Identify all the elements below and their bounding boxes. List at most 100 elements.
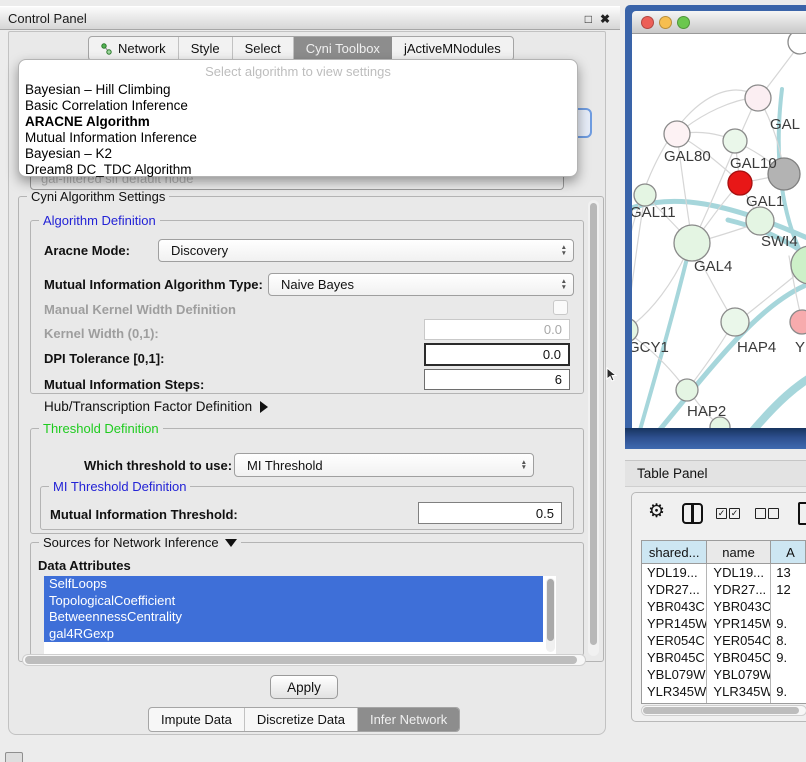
table-cell[interactable]: YBR045C — [707, 649, 771, 666]
table-cell[interactable]: YDR27... — [642, 581, 707, 598]
table-cell[interactable]: YLR345W — [707, 683, 771, 700]
table-cell[interactable]: YLR345W — [642, 683, 707, 700]
tab-jactivemnodules[interactable]: jActiveMNodules — [392, 37, 513, 60]
column-header[interactable]: name — [707, 541, 771, 563]
scrollbar-thumb[interactable] — [25, 656, 577, 664]
attributes-scrollbar[interactable] — [546, 578, 555, 652]
hub-definition-expander[interactable]: Hub/Transcription Factor Definition — [44, 399, 268, 414]
tab-select[interactable]: Select — [233, 37, 294, 60]
network-node[interactable] — [746, 207, 774, 235]
table-row[interactable]: YBL079W YBL079W — [642, 666, 806, 683]
aracne-mode-combo[interactable]: Discovery ▲▼ — [158, 239, 574, 262]
network-node[interactable] — [728, 171, 752, 195]
close-window-icon[interactable]: ✖ — [600, 12, 610, 26]
table-cell[interactable] — [771, 598, 806, 615]
table-cell[interactable]: 9. — [771, 649, 806, 666]
table-cell[interactable]: YDL19... — [707, 564, 771, 581]
tab-infer-network[interactable]: Infer Network — [358, 708, 459, 731]
table-cell[interactable]: YBL079W — [707, 666, 771, 683]
network-window-titlebar[interactable] — [632, 11, 806, 34]
manual-kernel-checkbox[interactable] — [553, 300, 568, 315]
settings-vertical-scrollbar[interactable] — [588, 200, 599, 656]
float-window-icon[interactable]: □ — [585, 12, 592, 26]
scrollbar-thumb[interactable] — [590, 203, 597, 645]
mi-threshold-field[interactable]: 0.5 — [418, 502, 562, 524]
attribute-item-selected[interactable]: SelfLoops — [44, 576, 543, 593]
table-row[interactable]: YER054C YER054C 8. — [642, 632, 806, 649]
table-row[interactable]: YBR045C YBR045C 9. — [642, 649, 806, 666]
tab-network[interactable]: Network — [89, 37, 179, 60]
table-cell[interactable]: YER054C — [707, 632, 771, 649]
table-cell[interactable]: YBR043C — [707, 598, 771, 615]
algorithm-option[interactable]: Basic Correlation Inference — [19, 98, 577, 114]
network-node[interactable] — [788, 34, 806, 54]
checked-checkbox-icon[interactable]: ✓ — [716, 508, 727, 519]
network-node[interactable] — [674, 225, 710, 261]
document-icon[interactable] — [798, 502, 806, 525]
settings-horizontal-scrollbar[interactable] — [22, 654, 586, 666]
unchecked-checkbox-icon[interactable] — [755, 508, 766, 519]
table-row[interactable]: YPR145W YPR145W 9. — [642, 615, 806, 632]
table-cell[interactable]: YBL079W — [642, 666, 707, 683]
table-row[interactable]: YDR27... YDR27... 12 — [642, 581, 806, 598]
column-header[interactable]: shared... — [642, 541, 707, 563]
dpi-tolerance-field[interactable]: 0.0 — [424, 343, 570, 366]
mi-steps-field[interactable]: 6 — [424, 369, 570, 390]
network-node[interactable] — [676, 379, 698, 401]
tab-discretize-data[interactable]: Discretize Data — [245, 708, 358, 731]
attribute-item-selected[interactable]: TopologicalCoefficient — [44, 593, 543, 610]
table-row[interactable]: YLR345W YLR345W 9. — [642, 683, 806, 700]
apply-button[interactable]: Apply — [270, 675, 338, 699]
tab-style[interactable]: Style — [179, 37, 233, 60]
network-node[interactable] — [664, 121, 690, 147]
column-header[interactable]: A — [771, 541, 806, 563]
table-cell[interactable]: YER054C — [642, 632, 707, 649]
algorithm-option[interactable]: Bayesian – Hill Climbing — [19, 82, 577, 98]
scrollbar-thumb[interactable] — [643, 707, 799, 714]
unchecked-checkbox-icon[interactable] — [768, 508, 779, 519]
tab-cyni-toolbox[interactable]: Cyni Toolbox — [294, 37, 392, 60]
table-cell[interactable]: 9 — [771, 700, 806, 704]
minimize-button[interactable] — [659, 16, 672, 29]
scrollbar-thumb[interactable] — [547, 579, 554, 641]
attribute-item-selected[interactable]: BetweennessCentrality — [44, 609, 543, 626]
checked-checkbox-icon[interactable]: ✓ — [729, 508, 740, 519]
which-threshold-combo[interactable]: MI Threshold ▲▼ — [234, 453, 534, 477]
zoom-button[interactable] — [677, 16, 690, 29]
network-view[interactable]: GALGAL80GAL10GAL1GAL11SWI4GAL4GCY1HAP4YH… — [632, 34, 806, 428]
algorithm-option[interactable]: Dream8 DC_TDC Algorithm — [19, 162, 577, 178]
network-canvas-svg[interactable]: GALGAL80GAL10GAL1GAL11SWI4GAL4GCY1HAP4YH… — [632, 34, 806, 428]
network-node[interactable] — [721, 308, 749, 336]
table-horizontal-scrollbar[interactable] — [641, 705, 806, 716]
table-cell[interactable]: YPR145W — [642, 615, 707, 632]
columns-view-icon[interactable] — [682, 503, 703, 524]
algorithm-option[interactable]: Mutual Information Inference — [19, 130, 577, 146]
mi-type-combo[interactable]: Naive Bayes ▲▼ — [268, 273, 574, 296]
network-node[interactable] — [723, 129, 747, 153]
network-node[interactable] — [790, 310, 806, 334]
attribute-item-selected[interactable]: gal4RGexp — [44, 626, 543, 643]
gear-icon[interactable]: ⚙ — [648, 501, 665, 523]
table-cell[interactable]: 13 — [771, 564, 806, 581]
table-cell[interactable]: 9. — [771, 615, 806, 632]
table-cell[interactable]: YIL052C — [642, 700, 707, 704]
table-cell[interactable]: 8. — [771, 632, 806, 649]
table-cell[interactable]: YDR27... — [707, 581, 771, 598]
algorithm-option-selected[interactable]: ARACNE Algorithm — [19, 114, 577, 130]
close-button[interactable] — [641, 16, 654, 29]
table-cell[interactable]: 9. — [771, 683, 806, 700]
network-node[interactable] — [745, 85, 771, 111]
sources-collapse-header[interactable]: Sources for Network Inference — [39, 535, 241, 550]
algorithm-option[interactable]: Bayesian – K2 — [19, 146, 577, 162]
network-node[interactable] — [634, 184, 656, 206]
kernel-width-field[interactable]: 0.0 — [424, 319, 570, 340]
table-cell[interactable]: YDL19... — [642, 564, 707, 581]
table-cell[interactable]: 12 — [771, 581, 806, 598]
table-cell[interactable] — [771, 666, 806, 683]
table-row[interactable]: YBR043C YBR043C — [642, 598, 806, 615]
taskbar-mini-icon[interactable] — [5, 752, 23, 762]
table-row[interactable]: YIL052C YIL052C 9 — [642, 700, 806, 704]
table-cell[interactable]: YBR045C — [642, 649, 707, 666]
table-cell[interactable]: YIL052C — [707, 700, 771, 704]
table-cell[interactable]: YBR043C — [642, 598, 707, 615]
